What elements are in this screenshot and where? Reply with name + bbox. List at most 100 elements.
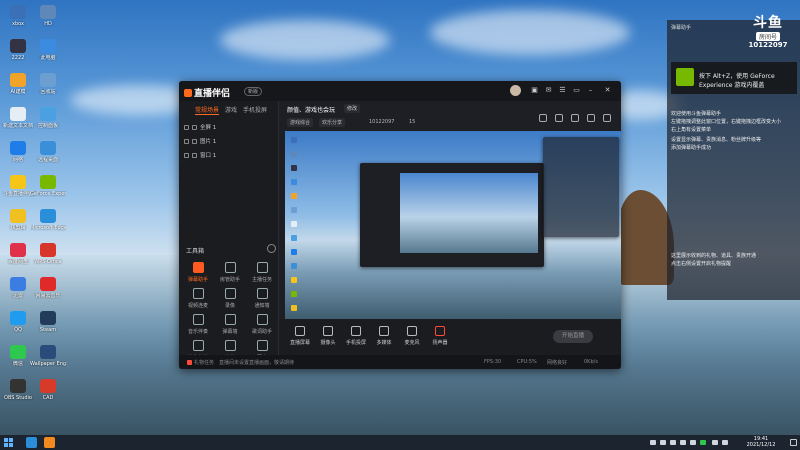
wechat-tray-icon[interactable] xyxy=(700,440,706,445)
monitor-icon[interactable] xyxy=(555,114,563,122)
desktop-icon-label: 此电脑 xyxy=(40,55,56,61)
tab-game[interactable]: 游戏 xyxy=(225,105,237,114)
source-button[interactable]: 多媒体 xyxy=(371,326,397,350)
live-preview[interactable] xyxy=(285,131,621,319)
danmu-helper-panel[interactable]: 弹幕助手 按下 Alt+Z，使用 GeForce Experience 游戏内覆… xyxy=(667,20,800,300)
source-button[interactable]: 直播屏幕 xyxy=(287,326,313,350)
welcome-line: 设置显示弹幕、贵族消息、粉丝牌升级等 xyxy=(671,137,762,143)
edit-title-button[interactable]: 修改 xyxy=(344,104,361,113)
source-icon xyxy=(435,326,445,336)
scene-tabs: 常规场景 游戏 手机投屏 xyxy=(179,105,279,117)
desktop-icon[interactable]: Wallpaper Engine xyxy=(30,343,66,381)
desktop-icon[interactable]: 控制面板 xyxy=(30,105,66,143)
volume-tray-icon[interactable] xyxy=(722,440,728,445)
desktop-icon[interactable]: 回收站 xyxy=(30,71,66,109)
desktop-icon-label: 远程桌面 xyxy=(37,157,58,163)
desktop-icon[interactable]: GeForce Experience xyxy=(30,173,66,211)
geforce-overlay-notice: 按下 Alt+Z，使用 GeForce Experience 游戏内覆盖 xyxy=(671,62,797,94)
toolbox-settings-icon[interactable] xyxy=(267,244,276,253)
status-bar: 礼物任务 直播间未设置直播画面，敬请期待 FPS:30 CPU:5% 网络良好 … xyxy=(179,355,621,369)
rock-formation xyxy=(618,190,674,285)
desktop-icon[interactable]: Microsoft Edge xyxy=(30,207,66,245)
toolbox-item[interactable]: 房管助手 xyxy=(215,262,245,290)
toolbox-item[interactable]: 视频连麦 xyxy=(183,288,213,316)
mini-mode-icon[interactable]: ▭ xyxy=(572,86,581,95)
settings-icon[interactable] xyxy=(587,114,595,122)
eye-icon[interactable] xyxy=(184,125,189,130)
taskbar-clock[interactable]: 19:41 2021/12/12 xyxy=(738,436,784,448)
gift-task-status[interactable]: 礼物任务 xyxy=(187,359,214,366)
desktop-icon[interactable]: HD xyxy=(30,3,66,41)
share-link-icon[interactable] xyxy=(603,114,611,122)
toolbox-item[interactable]: 主播任务 xyxy=(247,262,277,290)
toolbox-item[interactable]: 歌词助手 xyxy=(247,314,277,342)
welcome-line: 添加弹幕助手成功 xyxy=(671,145,712,151)
windows-start-icon[interactable] xyxy=(4,438,13,447)
network-tray-icon[interactable] xyxy=(712,440,718,445)
notification-icon[interactable] xyxy=(790,439,797,446)
source-button[interactable]: 摄像头 xyxy=(315,326,341,350)
gift-hint-line: 这里展示收到的礼物、道具、贵族开通 xyxy=(671,253,757,259)
desktop-icon[interactable]: Steam xyxy=(30,309,66,347)
skin-icon[interactable]: ▣ xyxy=(530,86,539,95)
tab-phone-cast[interactable]: 手机投屏 xyxy=(243,105,267,114)
avatar[interactable] xyxy=(510,85,521,96)
preview-icon xyxy=(291,249,297,255)
version-badge[interactable]: 新版 xyxy=(244,87,263,96)
desktop-icon[interactable]: 网易云音乐 xyxy=(30,275,66,313)
tray-icon[interactable] xyxy=(690,440,696,445)
live-companion-taskbar-icon[interactable] xyxy=(44,437,55,448)
source-icon xyxy=(323,326,333,336)
lock-icon[interactable] xyxy=(192,139,197,144)
status-message: 直播间未设置直播画面，敬请期待 xyxy=(219,360,295,366)
message-icon[interactable]: ✉ xyxy=(544,86,553,95)
close-icon[interactable]: ✕ xyxy=(603,86,612,95)
scene-item[interactable]: 窗口 1 xyxy=(184,151,276,161)
tool-icon xyxy=(224,340,236,351)
preview-icon xyxy=(291,151,297,157)
tray-icon[interactable] xyxy=(680,440,686,445)
toolbox-item[interactable]: 弹幕助手 xyxy=(183,262,213,290)
bell-icon[interactable] xyxy=(571,114,579,122)
subcategory-chip[interactable]: 欢乐分享 xyxy=(319,118,346,127)
share-icon[interactable] xyxy=(539,114,547,122)
app-icon xyxy=(40,345,56,359)
toolbox-item[interactable]: 弹幕墙 xyxy=(215,314,245,342)
desktop-icon[interactable]: 远程桌面 xyxy=(30,139,66,177)
tool-icon xyxy=(256,262,268,273)
app-icon xyxy=(10,175,26,189)
source-button[interactable]: 麦克风 xyxy=(399,326,425,350)
toolbox-item[interactable]: 通知墙 xyxy=(247,288,277,316)
desktop-icon[interactable]: CAD xyxy=(30,377,66,415)
stream-title[interactable]: 颜值、游戏也会玩 xyxy=(287,105,335,114)
scene-item[interactable]: 全屏 1 xyxy=(184,123,276,133)
desktop-icon-label: Microsoft Edge xyxy=(30,225,66,231)
source-button[interactable]: 扬声器 xyxy=(427,326,453,350)
minimize-icon[interactable]: – xyxy=(586,86,595,95)
eye-icon[interactable] xyxy=(184,153,189,158)
lock-icon[interactable] xyxy=(192,125,197,130)
tray-icon[interactable] xyxy=(670,440,676,445)
edge-taskbar-icon[interactable] xyxy=(26,437,37,448)
live-companion-window: 直播伴侣 新版 ▣ ✉ ☰ ▭ – ✕ 常规场景 游戏 手机投屏 全屏 1 图片… xyxy=(179,81,621,369)
desktop-icon-label: 控制面板 xyxy=(37,123,58,129)
notice-line: 按下 Alt+Z，使用 GeForce xyxy=(699,73,775,80)
toolbox-item[interactable]: 音乐伴奏 xyxy=(183,314,213,342)
toolbox-item[interactable]: 录像 xyxy=(215,288,245,316)
scene-item[interactable]: 图片 1 xyxy=(184,137,276,147)
tray-icon[interactable] xyxy=(650,440,656,445)
desktop-icon[interactable]: 此电脑 xyxy=(30,37,66,75)
eye-icon[interactable] xyxy=(184,139,189,144)
category-chip[interactable]: 游戏综合 xyxy=(287,118,314,127)
tab-normal[interactable]: 常规场景 xyxy=(195,105,220,115)
desktop-icon[interactable]: WPS Office xyxy=(30,241,66,279)
source-button[interactable]: 手机投屏 xyxy=(343,326,369,350)
tray-icon[interactable] xyxy=(660,440,666,445)
bitrate-readout: 0Kb/s xyxy=(584,359,598,365)
menu-icon[interactable]: ☰ xyxy=(558,86,567,95)
start-live-button[interactable]: 开始直播 xyxy=(553,330,593,343)
room-meta: 游戏综合 欢乐分享 10122097 15 xyxy=(287,118,487,127)
app-icon xyxy=(40,73,56,87)
lock-icon[interactable] xyxy=(192,153,197,158)
tool-label: 主播任务 xyxy=(251,277,272,283)
